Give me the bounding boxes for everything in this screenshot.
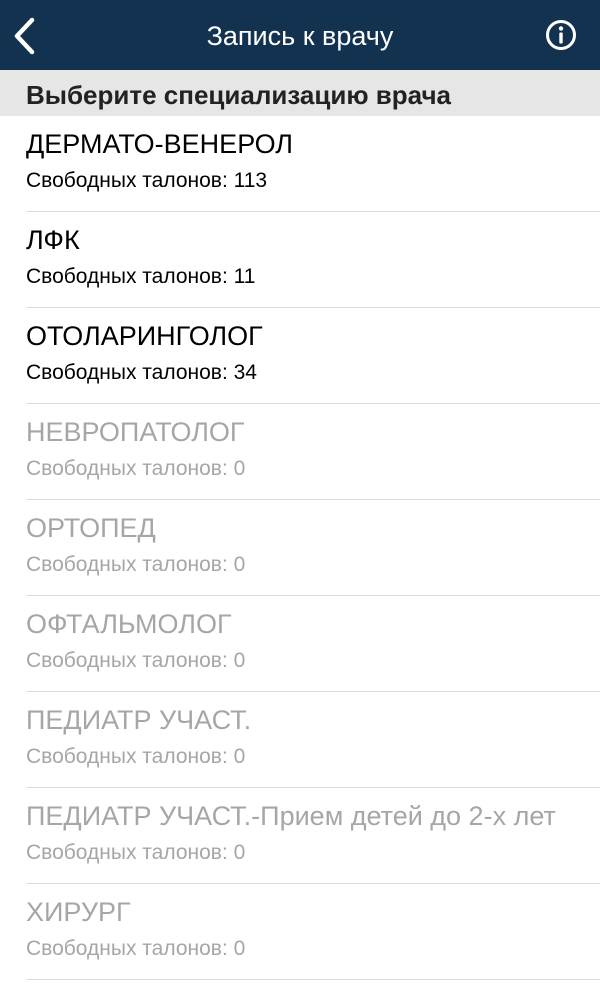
- free-slots-count: Свободных талонов: 113: [26, 169, 268, 192]
- specialty-item[interactable]: ДЕРМАТО-ВЕНЕРОЛ Свободных талонов: 113: [26, 116, 600, 212]
- free-slots-count: Свободных талонов: 11: [26, 265, 256, 288]
- specialty-item[interactable]: ЛФК Свободных талонов: 11: [26, 212, 600, 308]
- specialty-name: НЕВРОПАТОЛОГ: [26, 417, 245, 447]
- specialty-item[interactable]: ОТОЛАРИНГОЛОГ Свободных талонов: 34: [26, 308, 600, 404]
- section-header: Выберите специализацию врача: [0, 70, 600, 116]
- specialty-item: ПЕДИАТР УЧАСТ. Свободных талонов: 0: [26, 692, 600, 788]
- specialty-name: ОРТОПЕД: [26, 513, 156, 543]
- specialty-name: ОТОЛАРИНГОЛОГ: [26, 321, 263, 351]
- free-slots-count: Свободных талонов: 0: [26, 553, 246, 576]
- info-button[interactable]: [542, 16, 580, 54]
- specialty-name: ЛФК: [26, 225, 80, 255]
- info-circle-icon: [546, 20, 576, 50]
- free-slots-count: Свободных талонов: 0: [26, 937, 246, 960]
- specialty-name: ПЕДИАТР УЧАСТ.-Прием детей до 2-х лет: [26, 801, 556, 831]
- specialty-item: ОФТАЛЬМОЛОГ Свободных талонов: 0: [26, 596, 600, 692]
- free-slots-count: Свободных талонов: 0: [26, 745, 246, 768]
- free-slots-count: Свободных талонов: 0: [26, 457, 246, 480]
- section-header-label: Выберите специализацию врача: [26, 80, 452, 110]
- specialty-name: ХИРУРГ: [26, 897, 131, 927]
- specialty-item: ПЕДИАТР УЧАСТ.-Прием детей до 2-х лет Св…: [26, 788, 600, 884]
- free-slots-count: Свободных талонов: 0: [26, 649, 246, 672]
- specialty-name: ОФТАЛЬМОЛОГ: [26, 609, 232, 639]
- back-button[interactable]: [0, 0, 64, 70]
- specialty-list: ДЕРМАТО-ВЕНЕРОЛ Свободных талонов: 113 Л…: [0, 116, 600, 980]
- navigation-bar: Запись к врачу: [0, 0, 600, 70]
- free-slots-count: Свободных талонов: 34: [26, 361, 257, 384]
- specialty-name: ПЕДИАТР УЧАСТ.: [26, 705, 252, 735]
- page-title: Запись к врачу: [206, 21, 394, 51]
- specialty-item: ХИРУРГ Свободных талонов: 0: [26, 884, 600, 980]
- free-slots-count: Свободных талонов: 0: [26, 841, 246, 864]
- specialty-item: ОРТОПЕД Свободных талонов: 0: [26, 500, 600, 596]
- specialty-item: НЕВРОПАТОЛОГ Свободных талонов: 0: [26, 404, 600, 500]
- specialty-name: ДЕРМАТО-ВЕНЕРОЛ: [26, 129, 294, 159]
- chevron-left-icon: [14, 17, 35, 55]
